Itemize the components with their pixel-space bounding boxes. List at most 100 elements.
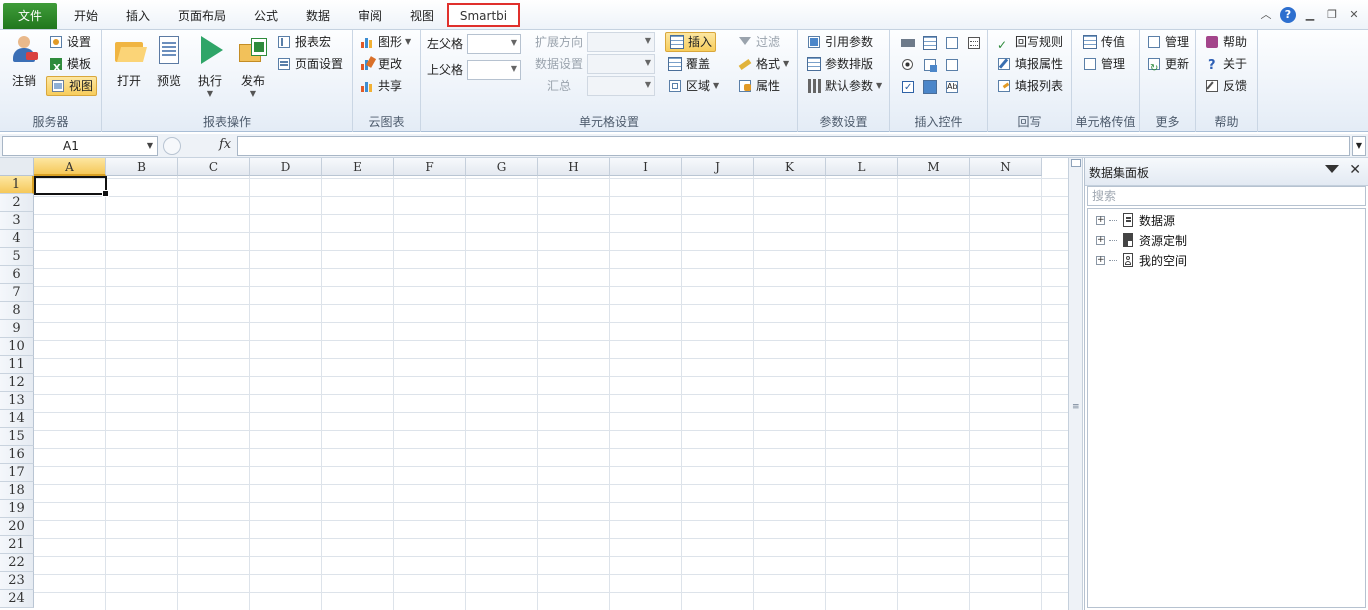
column-header[interactable]: N bbox=[970, 158, 1042, 176]
column-header[interactable]: M bbox=[898, 158, 970, 176]
tree-node-my-space[interactable]: + 我的空间 bbox=[1096, 251, 1187, 269]
splitter-box-icon[interactable] bbox=[1071, 159, 1081, 167]
select-all-corner[interactable] bbox=[0, 158, 34, 176]
row-header[interactable]: 4 bbox=[0, 230, 34, 248]
logout-button[interactable]: 注销 bbox=[4, 34, 44, 89]
help-button[interactable]: 帮助 bbox=[1204, 32, 1247, 52]
row-header[interactable]: 18 bbox=[0, 482, 34, 500]
column-header[interactable]: A bbox=[34, 158, 106, 176]
collapse-ribbon-icon[interactable]: ︿ bbox=[1258, 7, 1274, 23]
tab-data[interactable]: 数据 bbox=[302, 6, 334, 26]
label-control-icon[interactable]: Ab bbox=[944, 79, 960, 95]
row-header[interactable]: 15 bbox=[0, 428, 34, 446]
template-button[interactable]: X 模板 bbox=[48, 54, 91, 74]
name-box[interactable]: A1 ▼ bbox=[2, 136, 158, 156]
radio-control-icon[interactable] bbox=[900, 57, 916, 73]
open-button[interactable]: 打开 bbox=[108, 34, 150, 89]
row-header[interactable]: 3 bbox=[0, 212, 34, 230]
row-header[interactable]: 24 bbox=[0, 590, 34, 608]
data-setting-combo[interactable]: ▼ bbox=[587, 54, 655, 74]
pass-manage-button[interactable]: 管理 bbox=[1082, 54, 1125, 74]
property-button[interactable]: 属性 bbox=[737, 76, 780, 96]
row-header[interactable]: 7 bbox=[0, 284, 34, 302]
active-cell-a1[interactable] bbox=[34, 176, 109, 197]
tab-home[interactable]: 开始 bbox=[70, 6, 102, 26]
expand-direction-combo[interactable]: ▼ bbox=[587, 32, 655, 52]
panel-menu-icon[interactable] bbox=[1325, 165, 1339, 173]
calendar-control-icon[interactable] bbox=[966, 35, 982, 51]
formula-input[interactable] bbox=[237, 136, 1350, 156]
fill-attributes-button[interactable]: 填报属性 bbox=[996, 54, 1063, 74]
default-param-dropdown-icon[interactable]: ▼ bbox=[876, 76, 882, 96]
expand-plus-icon[interactable]: + bbox=[1096, 235, 1105, 245]
expand-plus-icon[interactable]: + bbox=[1096, 215, 1105, 225]
row-header[interactable]: 8 bbox=[0, 302, 34, 320]
default-param-button[interactable]: 默认参数 ▼ bbox=[806, 76, 882, 96]
column-header[interactable]: B bbox=[106, 158, 178, 176]
column-header[interactable]: G bbox=[466, 158, 538, 176]
column-header[interactable]: E bbox=[322, 158, 394, 176]
row-header[interactable]: 11 bbox=[0, 356, 34, 374]
insert-mode-button[interactable]: 插入 bbox=[665, 32, 717, 52]
name-box-dropdown-icon[interactable]: ▼ bbox=[147, 137, 153, 155]
insert-function-icon[interactable]: fx bbox=[219, 137, 231, 152]
update-button[interactable]: ↻ 更新 bbox=[1146, 54, 1189, 74]
param-layout-button[interactable]: 参数排版 bbox=[806, 54, 873, 74]
format-dropdown-icon[interactable]: ▼ bbox=[783, 54, 789, 74]
tab-formulas[interactable]: 公式 bbox=[250, 6, 282, 26]
top-parent-combo[interactable]: ▼ bbox=[467, 60, 521, 80]
fill-list-button[interactable]: 填报列表 bbox=[996, 76, 1063, 96]
publish-dropdown-icon[interactable]: ▼ bbox=[232, 89, 274, 98]
dataset-search-input[interactable]: 搜索 bbox=[1087, 186, 1366, 206]
column-header[interactable]: D bbox=[250, 158, 322, 176]
view-button[interactable]: 视图 bbox=[46, 76, 98, 96]
left-parent-combo[interactable]: ▼ bbox=[467, 34, 521, 54]
row-header[interactable]: 1 bbox=[0, 176, 34, 194]
page-setup-button[interactable]: 页面设置 bbox=[276, 54, 343, 74]
row-header[interactable]: 19 bbox=[0, 500, 34, 518]
checkbox-control-icon[interactable]: ✓ bbox=[900, 79, 916, 95]
panel-close-icon[interactable]: ✕ bbox=[1349, 162, 1361, 178]
settings-button[interactable]: 设置 bbox=[48, 32, 91, 52]
minimize-icon[interactable]: ▁ bbox=[1302, 7, 1318, 23]
writeback-rules-button[interactable]: ✓ 回写规则 bbox=[996, 32, 1063, 52]
chart-button[interactable]: 图形 ▼ bbox=[359, 32, 411, 52]
row-header[interactable]: 13 bbox=[0, 392, 34, 410]
row-header[interactable]: 20 bbox=[0, 518, 34, 536]
column-header[interactable]: I bbox=[610, 158, 682, 176]
expand-plus-icon[interactable]: + bbox=[1096, 255, 1105, 265]
column-header[interactable]: F bbox=[394, 158, 466, 176]
feedback-button[interactable]: 反馈 bbox=[1204, 76, 1247, 96]
row-header[interactable]: 10 bbox=[0, 338, 34, 356]
filter-button[interactable]: 过滤 bbox=[737, 32, 780, 52]
chart-share-button[interactable]: 共享 bbox=[359, 76, 402, 96]
publish-button[interactable]: 发布 ▼ bbox=[232, 34, 274, 98]
tab-file[interactable]: 文件 bbox=[3, 3, 57, 29]
row-header[interactable]: 17 bbox=[0, 464, 34, 482]
cell-grid[interactable] bbox=[34, 176, 1068, 610]
tab-view[interactable]: 视图 bbox=[406, 6, 438, 26]
formula-collapse-icon[interactable] bbox=[163, 137, 181, 155]
column-header[interactable]: K bbox=[754, 158, 826, 176]
execute-dropdown-icon[interactable]: ▼ bbox=[189, 89, 231, 98]
report-macro-button[interactable]: 报表宏 bbox=[276, 32, 331, 52]
region-dropdown-icon[interactable]: ▼ bbox=[713, 76, 719, 96]
grid-control-icon[interactable] bbox=[922, 79, 938, 95]
panel-splitter[interactable]: ≡ bbox=[1068, 158, 1083, 610]
row-header[interactable]: 22 bbox=[0, 554, 34, 572]
tab-smartbi[interactable]: Smartbi bbox=[447, 3, 520, 27]
overwrite-mode-button[interactable]: 覆盖 bbox=[667, 54, 710, 74]
row-header[interactable]: 16 bbox=[0, 446, 34, 464]
row-header[interactable]: 12 bbox=[0, 374, 34, 392]
row-header[interactable]: 6 bbox=[0, 266, 34, 284]
pass-value-button[interactable]: 传值 bbox=[1082, 32, 1125, 52]
chart-dropdown-icon[interactable]: ▼ bbox=[405, 32, 411, 52]
combo-control-icon[interactable] bbox=[944, 57, 960, 73]
expand-formula-icon[interactable]: ▼ bbox=[1352, 136, 1366, 156]
summary-combo[interactable]: ▼ bbox=[587, 76, 655, 96]
row-header[interactable]: 2 bbox=[0, 194, 34, 212]
column-header[interactable]: C bbox=[178, 158, 250, 176]
column-header[interactable]: L bbox=[826, 158, 898, 176]
splitter-grip-icon[interactable]: ≡ bbox=[1072, 402, 1080, 412]
execute-button[interactable]: 执行 ▼ bbox=[189, 34, 231, 98]
